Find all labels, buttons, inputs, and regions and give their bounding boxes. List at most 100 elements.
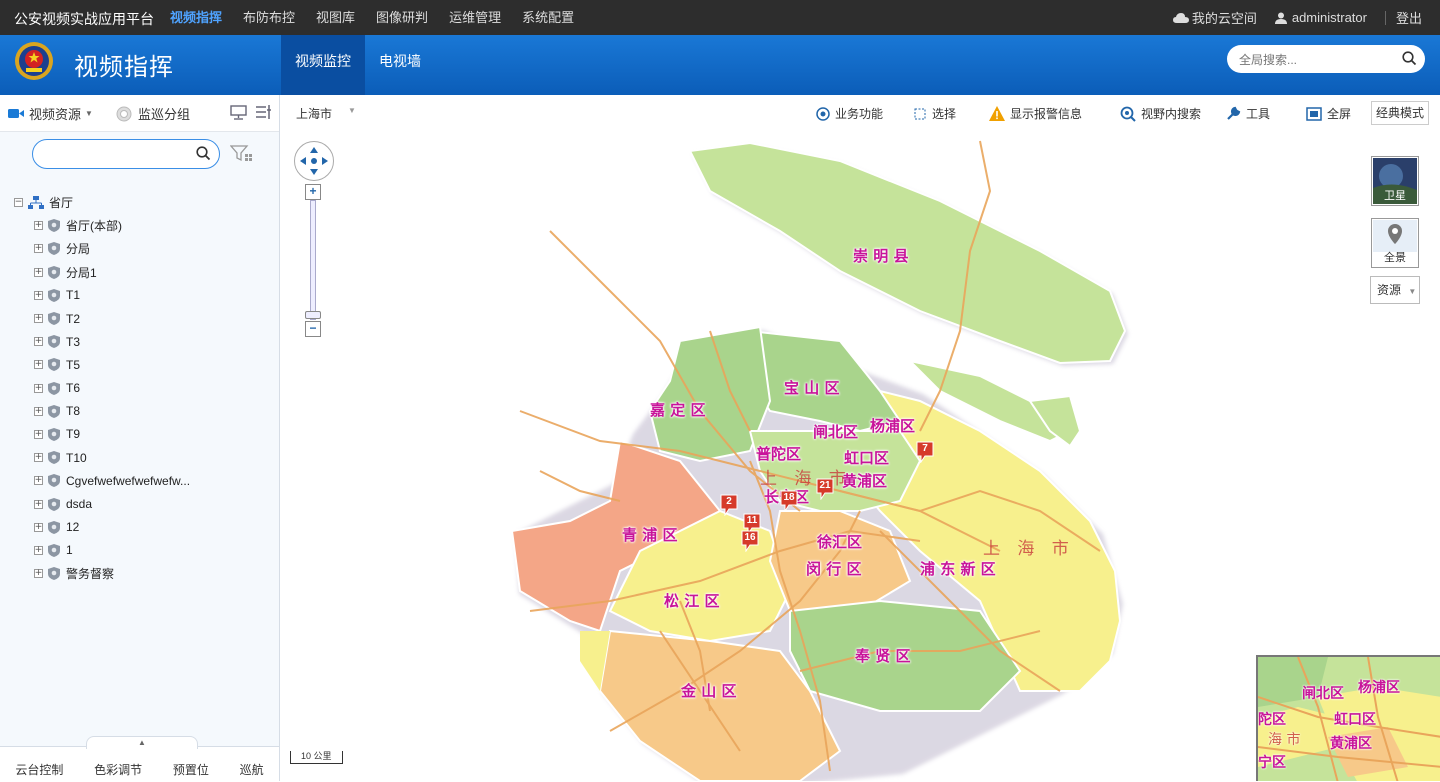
color-adjust-button[interactable]: 色彩调节: [94, 761, 142, 778]
fullscreen-button[interactable]: 全屏: [1306, 105, 1351, 122]
global-search-input[interactable]: [1237, 49, 1401, 71]
patrol-group-button[interactable]: 监巡分组: [116, 104, 190, 123]
expand-icon[interactable]: +: [34, 314, 43, 324]
video-resources-dropdown[interactable]: 视频资源 ▼: [8, 104, 93, 123]
tree-node[interactable]: + 警务督察: [14, 562, 274, 585]
tab-tv-wall[interactable]: 电视墙: [365, 35, 435, 95]
tree-node[interactable]: + T10: [14, 446, 274, 469]
ptz-control-button[interactable]: 云台控制: [15, 761, 63, 778]
map-pin-icon: [1373, 220, 1417, 252]
tree-node[interactable]: + T9: [14, 423, 274, 446]
expand-icon[interactable]: +: [34, 569, 43, 579]
search-icon[interactable]: [196, 146, 211, 161]
expand-icon[interactable]: +: [34, 221, 43, 231]
camera-marker[interactable]: 2: [720, 494, 738, 516]
chevron-down-icon[interactable]: ▼: [348, 106, 356, 115]
patrol-group-label: 监巡分组: [138, 107, 191, 122]
tree-node[interactable]: + T3: [14, 330, 274, 353]
tree-node[interactable]: +12: [14, 516, 274, 539]
tree-node[interactable]: + Cgvefwefwefwefwefw...: [14, 469, 274, 492]
expand-icon[interactable]: +: [34, 545, 43, 555]
cloud-space-link[interactable]: 我的云空间: [1172, 8, 1257, 27]
zoom-track[interactable]: [310, 200, 316, 320]
expand-icon[interactable]: +: [34, 476, 43, 486]
tree-root[interactable]: − 省厅: [14, 191, 274, 214]
overview-label: 虹口区: [1334, 712, 1376, 728]
settings-list-icon[interactable]: [255, 104, 272, 120]
expand-icon[interactable]: +: [34, 522, 43, 532]
view-search-button[interactable]: 视野内搜索: [1120, 105, 1201, 122]
control-panel: ▲ 云台控制 色彩调节 预置位 巡航: [0, 736, 279, 782]
tree-node[interactable]: + dsda: [14, 492, 274, 515]
expand-icon[interactable]: +: [34, 383, 43, 393]
camera-marker[interactable]: 18: [780, 490, 798, 512]
nav-defense-control[interactable]: 布防布控: [243, 0, 295, 35]
nav-system-config[interactable]: 系统配置: [522, 0, 574, 35]
tree-node[interactable]: +1: [14, 539, 274, 562]
preset-button[interactable]: 预置位: [173, 761, 209, 778]
panorama-layer-button[interactable]: 全景: [1371, 218, 1419, 268]
nav-ops-management[interactable]: 运维管理: [449, 0, 501, 35]
resource-label: 资源: [1377, 283, 1402, 297]
city-selector[interactable]: 上海市: [296, 105, 332, 122]
collapse-icon[interactable]: −: [14, 198, 23, 208]
nav-view-library[interactable]: 视图库: [316, 0, 355, 35]
pan-control[interactable]: [294, 141, 334, 181]
tree-node-label: T1: [66, 288, 81, 303]
police-badge-icon: [48, 242, 60, 256]
expand-icon[interactable]: +: [34, 429, 43, 439]
zoom-handle[interactable]: [305, 311, 321, 319]
expand-icon[interactable]: +: [34, 244, 43, 254]
tree-node[interactable]: + T5: [14, 353, 274, 376]
overview-label: 宁区: [1258, 755, 1286, 771]
business-function-button[interactable]: 业务功能: [816, 105, 883, 122]
tree-node[interactable]: + T8: [14, 400, 274, 423]
tree-node-label: T8: [66, 404, 81, 419]
show-alarm-button[interactable]: 显示报警信息: [989, 105, 1082, 122]
expand-icon[interactable]: +: [34, 360, 43, 370]
zoom-out-button[interactable]: −: [305, 321, 321, 337]
tree-node[interactable]: + 分局1: [14, 261, 274, 284]
expand-icon[interactable]: +: [34, 290, 43, 300]
overview-label: 陀区: [1258, 712, 1286, 728]
camera-marker[interactable]: 7: [916, 441, 934, 463]
search-icon[interactable]: [1402, 51, 1417, 66]
tree-node[interactable]: + T1: [14, 284, 274, 307]
marker-count: 7: [922, 443, 928, 454]
expand-icon[interactable]: +: [34, 267, 43, 277]
map-view[interactable]: 崇 明 县宝 山 区嘉 定 区闸北区杨浦区普陀区虹口区黄浦区长宁区青 浦 区徐汇…: [280, 131, 1440, 781]
tree-node[interactable]: + T6: [14, 377, 274, 400]
expand-icon[interactable]: +: [34, 499, 43, 509]
cruise-button[interactable]: 巡航: [240, 761, 264, 778]
zoom-in-button[interactable]: +: [305, 184, 321, 200]
tree-search-input[interactable]: [43, 144, 187, 166]
user-menu[interactable]: administrator: [1274, 10, 1367, 25]
expand-icon[interactable]: +: [34, 453, 43, 463]
police-badge-icon: [48, 219, 60, 233]
top-nav: 视频指挥 布防布控 视图库 图像研判 运维管理 系统配置: [170, 0, 595, 35]
tree-node[interactable]: + 分局: [14, 237, 274, 260]
nav-image-analysis[interactable]: 图像研判: [376, 0, 428, 35]
tree-root-label: 省厅: [49, 196, 74, 211]
satellite-layer-button[interactable]: 卫星: [1371, 156, 1419, 206]
logout-link[interactable]: 登出: [1396, 8, 1422, 27]
police-badge-icon: [48, 312, 60, 326]
nav-video-command[interactable]: 视频指挥: [170, 0, 222, 35]
panorama-label: 全景: [1384, 252, 1406, 264]
filter-icon[interactable]: [230, 145, 256, 163]
camera-marker[interactable]: 16: [741, 530, 759, 552]
monitor-icon[interactable]: [230, 105, 247, 120]
select-button[interactable]: 选择: [914, 105, 956, 122]
police-badge-icon: [48, 335, 60, 349]
expand-icon[interactable]: +: [34, 337, 43, 347]
tree-node[interactable]: + 省厅(本部): [14, 214, 274, 237]
classic-mode-button[interactable]: 经典模式: [1371, 101, 1430, 125]
camera-marker[interactable]: 21: [816, 478, 834, 500]
overview-map[interactable]: 闸北区 杨浦区 陀区 虹口区 黄浦区 海 市宁区: [1256, 655, 1440, 781]
expand-panel-button[interactable]: ▲: [86, 736, 198, 749]
expand-icon[interactable]: +: [34, 406, 43, 416]
tab-video-monitor[interactable]: 视频监控: [281, 35, 365, 95]
tools-button[interactable]: 工具: [1226, 105, 1270, 122]
tree-node[interactable]: + T2: [14, 307, 274, 330]
resource-selector[interactable]: 资源 ▼: [1370, 276, 1420, 304]
